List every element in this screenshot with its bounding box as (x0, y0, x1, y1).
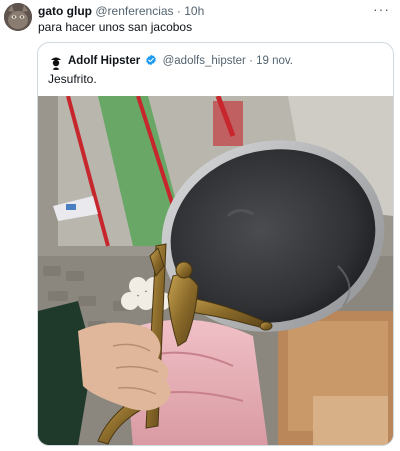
quoted-separator: · (245, 55, 257, 67)
quoted-tweet-date[interactable]: 19 nov. (256, 55, 293, 67)
quoted-author-name[interactable]: Adolf Hipster (68, 55, 140, 67)
tweet-text: para hacer unos san jacobos (38, 20, 193, 34)
quoted-tweet-text: Jesufrito. (48, 72, 97, 86)
quoted-tweet[interactable]: Adolf Hipster @adolfs_hipster · 19 nov. … (37, 42, 394, 446)
author-avatar[interactable] (4, 3, 32, 31)
quoted-author-handle[interactable]: @adolfs_hipster (163, 55, 246, 67)
verified-badge-icon (145, 54, 157, 66)
author-handle[interactable]: @renferencias (95, 4, 173, 18)
author-name[interactable]: gato glup (38, 4, 92, 18)
more-horizontal-icon[interactable]: ··· (373, 2, 390, 16)
quoted-tweet-header: Adolf Hipster @adolfs_hipster · 19 nov. (68, 54, 293, 68)
tweet-time[interactable]: 10h (184, 4, 204, 18)
separator: · (173, 4, 185, 18)
tweet-header: gato glup @renferencias · 10h (38, 4, 204, 18)
quoted-tweet-photo[interactable] (38, 96, 393, 445)
quoted-author-avatar[interactable] (48, 54, 64, 70)
tweet[interactable]: gato glup @renferencias · 10h ··· para h… (0, 0, 400, 451)
